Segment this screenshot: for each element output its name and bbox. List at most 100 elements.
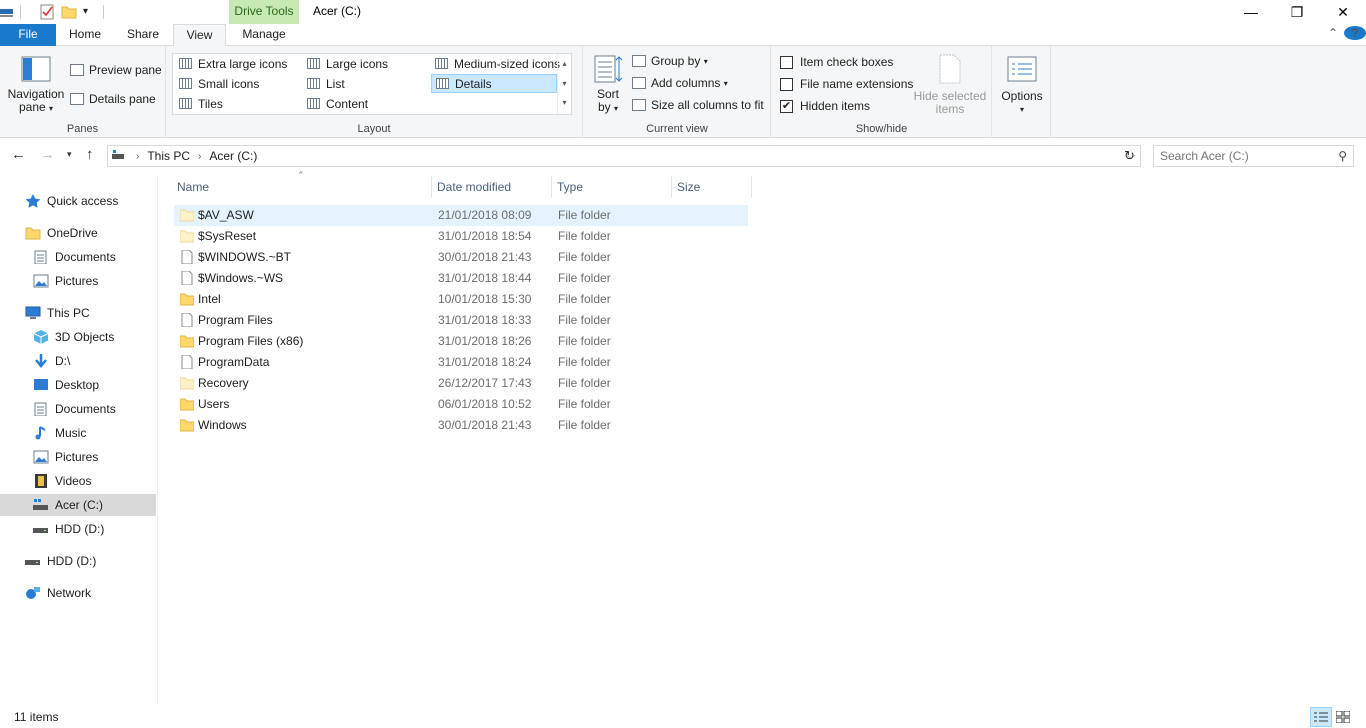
item-check-boxes-checkbox[interactable] — [780, 55, 793, 69]
column-header-type[interactable]: Type — [554, 176, 672, 198]
breadcrumb-acer-c[interactable]: Acer (C:) — [209, 149, 257, 163]
file-row[interactable]: $AV_ASW 21/01/2018 08:09 File folder — [174, 205, 748, 226]
download-arrow-icon — [33, 354, 49, 368]
properties-icon[interactable] — [39, 4, 55, 20]
item-check-boxes-toggle[interactable]: Item check boxes — [780, 55, 893, 69]
file-name: $SysReset — [198, 229, 257, 243]
sidebar-item-acer-c[interactable]: Acer (C:) — [0, 494, 156, 516]
tab-view[interactable]: View — [173, 24, 226, 47]
file-row[interactable]: Program Files 31/01/2018 18:33 File folder — [174, 310, 748, 331]
sidebar-item-pictures[interactable]: Pictures — [0, 446, 156, 468]
file-row[interactable]: $Windows.~WS 31/01/2018 18:44 File folder — [174, 268, 748, 289]
layout-gallery-scroll[interactable]: ▴ ▾ ▾ — [557, 54, 571, 114]
sidebar-item-quick-access[interactable]: Quick access — [0, 190, 156, 212]
hide-selected-items-button[interactable]: Hide selected items — [912, 54, 988, 116]
expand-ribbon-icon[interactable]: ⌃ — [1322, 26, 1344, 40]
maximize-button[interactable]: ❐ — [1274, 0, 1320, 24]
file-name-extensions-checkbox[interactable] — [780, 77, 793, 91]
options-icon — [1007, 56, 1037, 82]
sidebar-item-d-drive[interactable]: D:\ — [0, 350, 156, 372]
file-name-extensions-toggle[interactable]: File name extensions — [780, 77, 913, 91]
options-button[interactable]: Options ▾ — [997, 56, 1047, 116]
layout-medium-icons[interactable]: Medium-sized icons — [431, 54, 560, 73]
search-icon[interactable]: ⚲ — [1338, 149, 1347, 163]
layout-large-icons[interactable]: Large icons — [303, 54, 427, 73]
faded-folder-icon — [179, 229, 195, 243]
hidden-items-checkbox[interactable]: ✔ — [780, 99, 793, 113]
details-view-icon — [1314, 712, 1328, 722]
layout-list[interactable]: List — [303, 74, 427, 93]
layout-content[interactable]: Content — [303, 94, 427, 113]
layout-details[interactable]: Details — [431, 74, 557, 93]
customize-toolbar-chevron-icon[interactable]: ▾ — [83, 4, 93, 20]
file-row[interactable]: Recovery 26/12/2017 17:43 File folder — [174, 373, 748, 394]
sidebar-item-this-pc[interactable]: This PC — [0, 302, 156, 324]
hide-selected-icon — [939, 54, 961, 84]
file-row[interactable]: ProgramData 31/01/2018 18:24 File folder — [174, 352, 748, 373]
file-name: $AV_ASW — [198, 208, 254, 222]
file-row[interactable]: Intel 10/01/2018 15:30 File folder — [174, 289, 748, 310]
column-header-date-modified[interactable]: Date modified — [434, 176, 552, 198]
layout-tiles[interactable]: Tiles — [175, 94, 299, 113]
address-bar[interactable]: › This PC › Acer (C:) ⌵ — [107, 145, 1141, 167]
desktop-icon — [33, 378, 49, 392]
back-arrow-icon[interactable]: ← — [11, 146, 26, 163]
details-pane-button[interactable]: Details pane — [70, 92, 156, 106]
faded-folder-icon — [179, 208, 195, 222]
breadcrumb-separator-icon[interactable]: › — [198, 151, 201, 162]
cube-icon — [33, 330, 49, 344]
sidebar-item-onedrive[interactable]: OneDrive — [0, 222, 156, 244]
help-icon[interactable]: ? — [1344, 26, 1366, 40]
hidden-items-toggle[interactable]: ✔ Hidden items — [780, 99, 870, 113]
file-row[interactable]: Users 06/01/2018 10:52 File folder — [174, 394, 748, 415]
folder-icon — [25, 226, 41, 240]
size-all-columns-button[interactable]: Size all columns to fit — [632, 98, 764, 112]
layout-extra-large-icons[interactable]: Extra large icons — [175, 54, 299, 73]
close-button[interactable]: ✕ — [1320, 0, 1366, 24]
sort-by-icon — [594, 55, 623, 83]
tab-home[interactable]: Home — [60, 24, 110, 46]
up-arrow-icon[interactable]: ↑ — [86, 146, 94, 163]
sidebar-item-documents[interactable]: Documents — [0, 398, 156, 420]
preview-pane-button[interactable]: Preview pane — [70, 63, 162, 77]
tab-file[interactable]: File — [0, 24, 56, 46]
forward-arrow-icon[interactable]: → — [40, 146, 55, 163]
breadcrumb-this-pc[interactable]: This PC — [147, 149, 190, 163]
blank-page-icon — [180, 312, 194, 328]
tab-manage[interactable]: Manage — [232, 24, 296, 46]
search-box[interactable]: ⚲ — [1153, 145, 1354, 167]
sidebar-item-onedrive-pictures[interactable]: Pictures — [0, 270, 156, 292]
music-note-icon — [33, 426, 49, 440]
sidebar-item-hdd-d-root[interactable]: HDD (D:) — [0, 550, 156, 572]
blank-page-icon — [180, 354, 194, 370]
refresh-icon[interactable]: ↻ — [1124, 148, 1135, 164]
layout-small-icons[interactable]: Small icons — [175, 74, 299, 93]
sidebar-item-videos[interactable]: Videos — [0, 470, 156, 492]
column-header-name[interactable]: Name — [174, 176, 432, 198]
file-row[interactable]: Program Files (x86) 31/01/2018 18:26 File … — [174, 331, 748, 352]
sidebar-item-desktop[interactable]: Desktop — [0, 374, 156, 396]
breadcrumb-separator-icon[interactable]: › — [136, 151, 139, 162]
group-by-button[interactable]: Group by ▾ — [632, 54, 708, 68]
column-header-size[interactable]: Size — [674, 176, 752, 198]
details-view-button[interactable] — [1310, 707, 1332, 727]
new-folder-icon[interactable] — [61, 4, 77, 20]
search-input[interactable] — [1160, 149, 1330, 163]
file-date-modified: 06/01/2018 10:52 — [438, 397, 532, 411]
file-row[interactable]: $SysReset 31/01/2018 18:54 File folder — [174, 226, 748, 247]
file-row[interactable]: Windows 30/01/2018 21:43 File folder — [174, 415, 748, 436]
sidebar-item-hdd-d[interactable]: HDD (D:) — [0, 518, 156, 540]
sidebar-item-3d-objects[interactable]: 3D Objects — [0, 326, 156, 348]
navigation-pane-button[interactable]: Navigation pane ▾ — [6, 56, 66, 115]
minimize-button[interactable]: — — [1228, 0, 1274, 24]
tab-share[interactable]: Share — [118, 24, 168, 46]
sidebar-item-network[interactable]: Network — [0, 582, 156, 604]
window-title: Acer (C:) — [313, 4, 361, 18]
sidebar-item-onedrive-documents[interactable]: Documents — [0, 246, 156, 268]
large-icons-view-button[interactable] — [1332, 707, 1354, 727]
sort-by-button[interactable]: Sort by ▾ — [590, 54, 626, 115]
file-row[interactable]: $WINDOWS.~BT 30/01/2018 21:43 File folder — [174, 247, 748, 268]
sidebar-item-music[interactable]: Music — [0, 422, 156, 444]
add-columns-button[interactable]: Add columns ▾ — [632, 76, 728, 90]
recent-locations-chevron-icon[interactable]: ▾ — [67, 149, 72, 160]
